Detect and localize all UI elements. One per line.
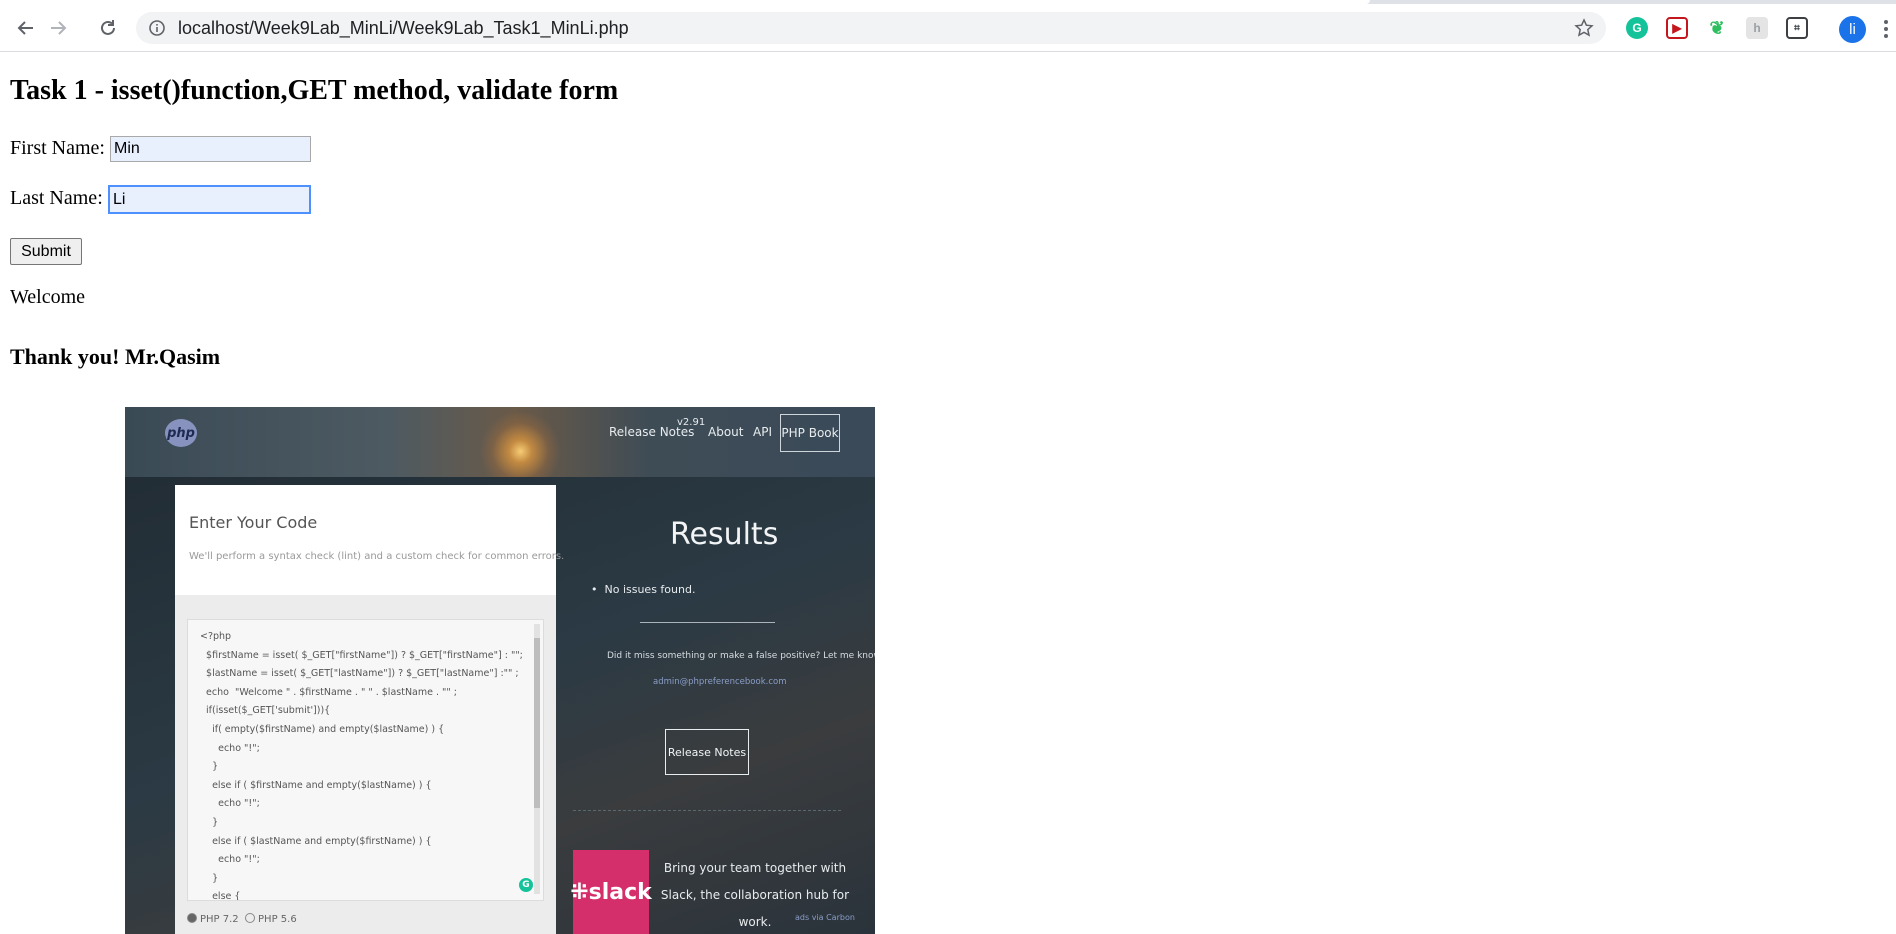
menu-kebab-icon[interactable] xyxy=(1884,18,1890,40)
feedback-text: Did it miss something or make a false po… xyxy=(607,651,875,661)
first-name-label: First Name: xyxy=(10,136,105,159)
php-version-radios: PHP 7.2 PHP 5.6 xyxy=(187,913,297,925)
ad-attribution: ads via Carbon xyxy=(795,913,855,922)
reload-icon xyxy=(101,20,115,35)
editor-subtitle: We'll perform a syntax check (lint) and … xyxy=(189,551,565,562)
extension-icon[interactable]: h xyxy=(1746,17,1768,39)
radio-php72-label: PHP 7.2 xyxy=(200,914,239,925)
address-bar[interactable]: localhost/Week9Lab_MinLi/Week9Lab_Task1_… xyxy=(136,12,1606,44)
code-editor: <?php $firstName = isset( $_GET["firstNa… xyxy=(187,619,544,901)
screenshot-extension-icon[interactable]: ⌗ xyxy=(1786,17,1808,39)
results-title: Results xyxy=(670,517,779,552)
info-icon[interactable] xyxy=(148,19,166,37)
php-book-button: PHP Book xyxy=(780,414,840,452)
last-name-row: Last Name: xyxy=(10,186,103,210)
submit-button[interactable]: Submit xyxy=(10,238,82,265)
results-divider xyxy=(640,622,775,623)
first-name-row: First Name: xyxy=(10,136,105,160)
profile-avatar[interactable]: li xyxy=(1839,16,1866,43)
editor-card-header: Enter Your Code We'll perform a syntax c… xyxy=(175,485,564,595)
slack-logo: ⁜ slack xyxy=(570,850,652,934)
page-title: Task 1 - isset()function,GET method, val… xyxy=(10,75,619,106)
no-issues-item: • No issues found. xyxy=(591,583,696,596)
embedded-screenshot-image: php Release Notes v2.91 About API PHP Bo… xyxy=(125,407,875,934)
welcome-text: Welcome xyxy=(10,286,86,308)
grammarly-extension-icon[interactable]: G xyxy=(1626,17,1648,39)
thanks-heading: Thank you! Mr.Qasim xyxy=(10,344,221,369)
editor-title: Enter Your Code xyxy=(189,513,318,532)
radio-php56-label: PHP 5.6 xyxy=(258,914,297,925)
php-logo: php xyxy=(165,419,197,447)
arrow-right-icon xyxy=(51,21,67,35)
grammarly-icon: G xyxy=(519,878,533,892)
dashed-divider xyxy=(573,810,841,811)
reload-button[interactable] xyxy=(94,14,122,42)
editor-scrollbar xyxy=(534,624,540,894)
forward-button[interactable] xyxy=(44,14,72,42)
nav-about: About xyxy=(708,425,744,439)
version-label: v2.91 xyxy=(677,417,706,428)
first-name-input[interactable] xyxy=(110,136,311,162)
no-issues-text: No issues found. xyxy=(604,583,696,596)
code-editor-card: Enter Your Code We'll perform a syntax c… xyxy=(175,485,564,934)
last-name-input[interactable] xyxy=(108,185,311,214)
nav-api: API xyxy=(753,425,772,439)
arrow-left-icon xyxy=(17,21,33,35)
url-text[interactable]: localhost/Week9Lab_MinLi/Week9Lab_Task1_… xyxy=(178,18,629,38)
release-notes-button: Release Notes xyxy=(665,729,749,775)
browser-toolbar: localhost/Week9Lab_MinLi/Week9Lab_Task1_… xyxy=(0,4,1896,52)
evernote-extension-icon[interactable]: ❦ xyxy=(1706,17,1728,39)
editor-area: <?php $firstName = isset( $_GET["firstNa… xyxy=(175,595,556,934)
video-extension-icon[interactable]: ▶ xyxy=(1666,17,1688,39)
bookmark-star-icon[interactable] xyxy=(1574,18,1594,38)
back-button[interactable] xyxy=(12,14,40,42)
slack-logo-text: slack xyxy=(588,879,652,905)
last-name-label: Last Name: xyxy=(10,186,103,209)
radio-selected-icon xyxy=(187,913,197,923)
sparkler-graphic xyxy=(480,413,570,477)
radio-icon xyxy=(245,913,256,923)
feedback-email: admin@phpreferencebook.com xyxy=(653,677,787,687)
code-text: <?php $firstName = isset( $_GET["firstNa… xyxy=(200,631,523,901)
ad-text: Bring your team together with Slack, the… xyxy=(660,861,850,929)
